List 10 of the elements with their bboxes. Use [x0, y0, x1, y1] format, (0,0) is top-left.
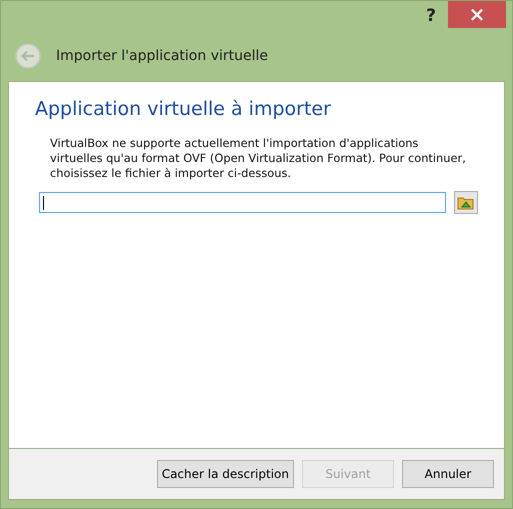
- page-heading: Application virtuelle à importer: [35, 98, 332, 120]
- browse-button[interactable]: [454, 191, 478, 214]
- folder-icon: [456, 194, 475, 210]
- close-button[interactable]: ×: [448, 1, 506, 28]
- description-text: VirtualBox ne supporte actuellement l'importation d'applications virtuelles qu'au format OVF (Open Virtualization Format). Pour continuer, choisissez le fichier à importer ci-dessous.: [50, 136, 467, 181]
- file-path-field[interactable]: [39, 192, 446, 213]
- dialog-button[interactable]: Annuler: [402, 460, 494, 488]
- wizard-title: Importer l'application virtuelle: [56, 48, 268, 64]
- help-button[interactable]: ?: [426, 6, 436, 26]
- dialog-button[interactable]: Cacher la description: [156, 460, 294, 488]
